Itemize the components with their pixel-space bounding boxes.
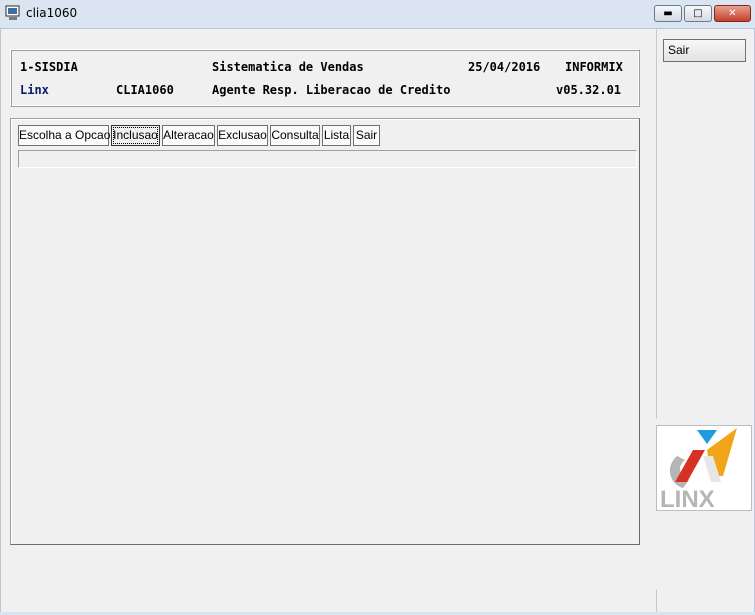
menu-consulta-button[interactable]: Consulta xyxy=(270,125,320,146)
app-icon xyxy=(5,5,20,20)
menu-alteracao-button[interactable]: Alteracao xyxy=(162,125,215,146)
screen-title: Agente Resp. Liberacao de Credito xyxy=(212,83,451,97)
menu-lista-button[interactable]: Lista xyxy=(322,125,351,146)
header-date: 25/04/2016 xyxy=(468,60,541,74)
close-icon: ✕ xyxy=(728,8,737,19)
main-panel xyxy=(10,118,640,545)
maximize-icon: □ xyxy=(693,8,703,19)
menu-inclusao-button[interactable]: Inclusao xyxy=(111,125,160,146)
company-name: Linx xyxy=(20,83,49,97)
version-label: v05.32.01 xyxy=(556,83,622,97)
maximize-button[interactable]: □ xyxy=(684,5,712,22)
minimize-button[interactable]: ▬ xyxy=(654,5,682,22)
linx-logo: LINX xyxy=(656,425,752,511)
menu-choose-option: Escolha a Opcao xyxy=(18,125,110,146)
minimize-icon: ▬ xyxy=(663,8,673,19)
logo-text: LINX xyxy=(660,486,715,510)
header-panel xyxy=(10,49,640,107)
database-name: INFORMIX xyxy=(565,60,623,74)
module-title: Sistematica de Vendas xyxy=(212,60,364,74)
menu-exclusao-button[interactable]: Exclusao xyxy=(217,125,268,146)
sidebar-divider xyxy=(656,29,657,419)
menu-sair-button[interactable]: Sair xyxy=(353,125,380,146)
close-button[interactable]: ✕ xyxy=(714,5,751,22)
sidebar-exit-button[interactable]: Sair xyxy=(663,39,746,62)
linx-logo-graphic: LINX xyxy=(660,428,737,510)
window-titlebar: clia1060 ▬ □ ✕ xyxy=(0,0,755,29)
window-title: clia1060 xyxy=(26,6,78,20)
program-code: CLIA1060 xyxy=(116,83,174,97)
system-code: 1-SISDIA xyxy=(20,60,78,74)
message-bar xyxy=(18,150,637,168)
